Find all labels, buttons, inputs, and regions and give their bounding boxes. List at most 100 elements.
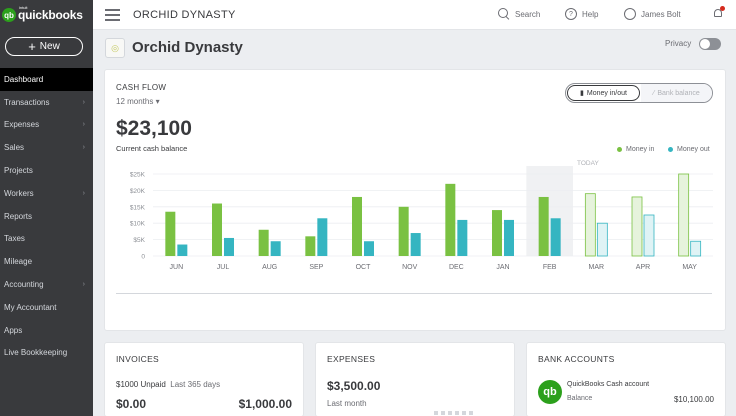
sidebar-item-label: Dashboard (4, 74, 44, 84)
cash-flow-card: CASH FLOW 12 months ▾ $23,100 Current ca… (105, 70, 725, 330)
bar-money-in (165, 211, 176, 256)
sidebar-item-label: Reports (4, 211, 33, 221)
expenses-amount: $3,500.00 (327, 379, 381, 393)
x-tick-label: OCT (356, 264, 372, 271)
bank-balance-amount: $10,100.00 (673, 395, 714, 404)
user-name: James Bolt (641, 9, 681, 19)
bar-money-out (224, 237, 234, 256)
expenses-card[interactable]: EXPENSES $3,500.00 Last month (316, 343, 514, 416)
sidebar-item-projects[interactable]: Projects (0, 159, 93, 182)
bank-accounts-title: BANK ACCOUNTS (538, 354, 615, 364)
expenses-title: EXPENSES (327, 354, 376, 364)
expenses-period: Last month (327, 399, 367, 408)
company-name: ORCHID DYNASTY (133, 9, 236, 21)
bar-money-in (258, 229, 269, 256)
invoices-title: INVOICES (116, 354, 160, 364)
user-menu-button[interactable]: James Bolt (624, 8, 681, 20)
sidebar-item-label: Taxes (4, 234, 25, 244)
x-tick-label: DEC (449, 264, 464, 271)
chevron-right-icon: › (82, 189, 85, 197)
bar-money-in (584, 193, 596, 257)
plus-icon: + (28, 39, 36, 54)
bank-accounts-card[interactable]: BANK ACCOUNTS qb QuickBooks Cash account… (527, 343, 725, 416)
chevron-right-icon: › (82, 98, 85, 106)
sidebar-item-expenses[interactable]: Expenses › (0, 114, 93, 137)
intuit-text: intuit (19, 5, 28, 10)
help-label: Help (582, 9, 599, 19)
user-icon (624, 8, 636, 20)
sidebar-item-label: Expenses (4, 120, 40, 130)
expenses-legend-stub (434, 411, 474, 415)
sidebar-item-reports[interactable]: Reports (0, 205, 93, 228)
logo-mark-text: qb (4, 10, 14, 20)
sidebar-item-apps[interactable]: Apps (0, 319, 93, 342)
y-tick-label: $20K (130, 188, 146, 195)
y-tick-label: $15K (130, 204, 146, 211)
invoices-unpaid-range: Last 365 days (170, 380, 221, 389)
help-button[interactable]: ? Help (565, 8, 598, 20)
x-tick-label: MAY (682, 264, 697, 271)
sidebar-item-transactions[interactable]: Transactions › (0, 91, 93, 114)
bar-money-in (631, 196, 643, 257)
bank-account-name: QuickBooks Cash account (567, 381, 650, 388)
bar-money-in (352, 196, 362, 256)
x-tick-label: JUL (217, 264, 230, 271)
chevron-right-icon: › (82, 281, 85, 289)
new-button[interactable]: + New (5, 37, 83, 56)
bar-money-out (457, 219, 468, 256)
x-tick-label: JUN (170, 264, 184, 271)
invoices-unpaid-amount: $1000 Unpaid (116, 380, 166, 389)
sidebar-item-live-bookkeeping[interactable]: Live Bookkeeping (0, 342, 93, 365)
sidebar-item-workers[interactable]: Workers › (0, 182, 93, 205)
bar-money-out (690, 240, 702, 257)
cash-flow-chart: TODAY $25K $20K $15K $10K $5K 0 JUN JUL AUG SEP OCT… (130, 160, 713, 271)
today-highlight (526, 166, 573, 256)
sidebar-item-label: Apps (4, 325, 23, 335)
hamburger-menu-icon[interactable] (105, 9, 120, 21)
help-icon: ? (565, 8, 577, 20)
sidebar-item-label: Accounting (4, 280, 44, 290)
bar-money-out (504, 219, 514, 256)
x-tick-label: MAR (589, 264, 605, 271)
bar-money-in (678, 173, 690, 257)
sidebar-item-taxes[interactable]: Taxes (0, 228, 93, 251)
company-logo[interactable]: ◎ (105, 38, 125, 58)
bank-balance-label: Balance (567, 395, 593, 402)
sidebar-item-label: Projects (4, 166, 33, 176)
x-tick-label: SEP (309, 264, 323, 271)
new-button-label: New (39, 41, 60, 52)
bar-money-out (410, 233, 421, 256)
sidebar-nav: Dashboard Transactions › Expenses › Sales ›… (0, 68, 93, 364)
invoices-unpaid: $1000 Unpaid Last 365 days (116, 380, 220, 389)
sidebar: qb quickbooks intuit + New Dashboard Tra… (0, 0, 93, 416)
quickbooks-logo[interactable]: qb quickbooks intuit (0, 0, 93, 30)
bar-money-out (596, 222, 608, 257)
sidebar-item-label: Mileage (4, 257, 33, 267)
y-tick-label: 0 (141, 254, 145, 261)
help-glyph: ? (569, 10, 573, 18)
search-button[interactable]: Search (498, 8, 540, 20)
privacy-toggle[interactable] (699, 38, 721, 50)
x-tick-label: APR (636, 264, 650, 271)
notification-bell-icon[interactable] (712, 6, 725, 20)
bar-money-in (445, 183, 456, 256)
bar-money-out (317, 218, 328, 256)
privacy-label: Privacy (665, 39, 692, 48)
bar-money-in (398, 206, 409, 256)
bar-money-in (492, 210, 502, 256)
sidebar-item-label: Transactions (4, 97, 50, 107)
x-tick-label: NOV (402, 264, 418, 271)
y-tick-label: $10K (130, 221, 146, 228)
invoices-card[interactable]: INVOICES $1000 Unpaid Last 365 days $0.0… (105, 343, 303, 416)
quickbooks-logo-icon: qb (2, 8, 16, 22)
chart-divider (116, 293, 712, 294)
quickbooks-bank-icon: qb (538, 380, 562, 404)
sidebar-item-dashboard[interactable]: Dashboard (0, 68, 93, 91)
sidebar-item-sales[interactable]: Sales › (0, 136, 93, 159)
sidebar-item-mileage[interactable]: Mileage (0, 250, 93, 273)
y-tick-label: $25K (130, 172, 146, 179)
sidebar-item-my-accountant[interactable]: My Accountant (0, 296, 93, 319)
sidebar-item-accounting[interactable]: Accounting › (0, 273, 93, 296)
search-icon (498, 8, 510, 20)
chevron-right-icon: › (82, 121, 85, 129)
